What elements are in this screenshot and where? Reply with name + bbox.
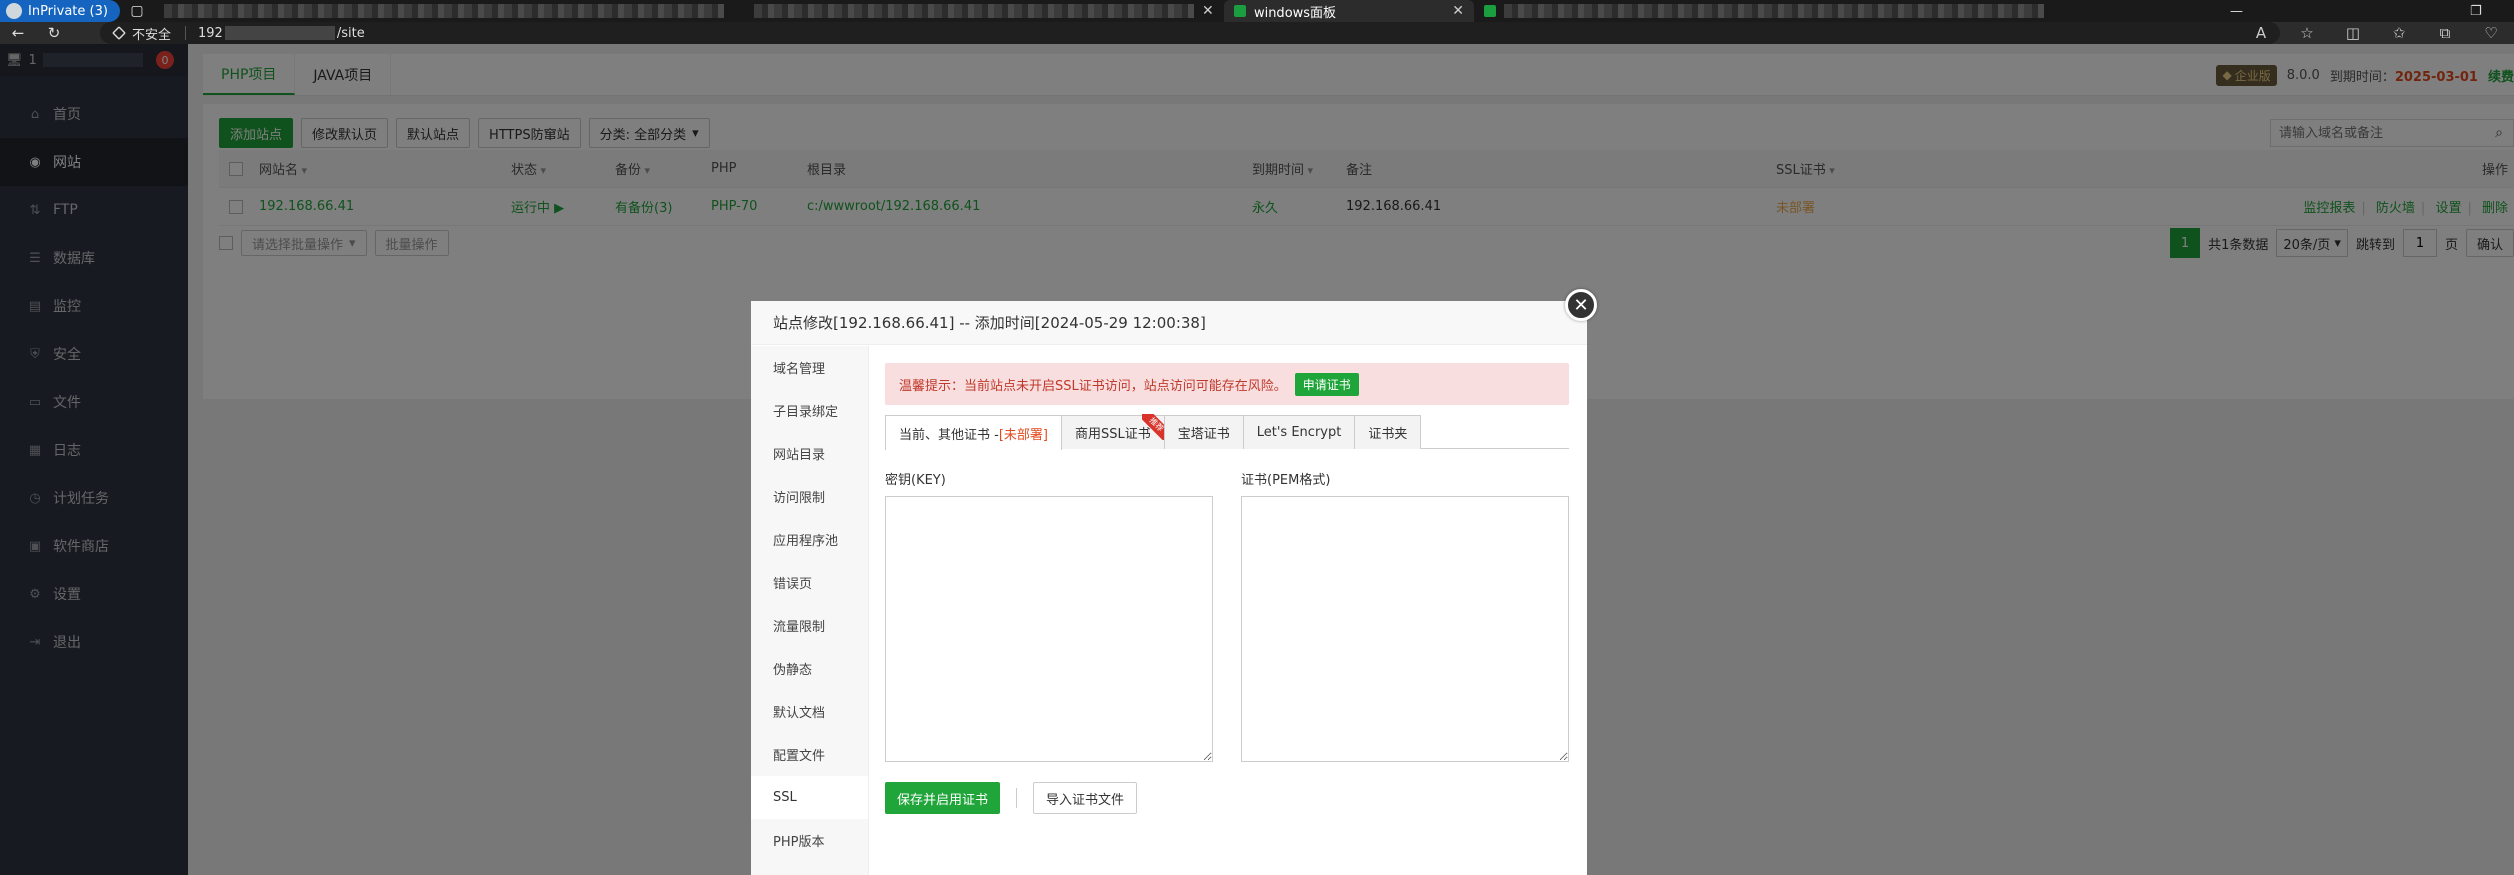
- browser-tab[interactable]: [154, 0, 744, 22]
- close-icon: ✕: [1573, 294, 1589, 316]
- site-edit-modal: ✕ 站点修改[192.168.66.41] -- 添加时间[2024-05-29…: [751, 289, 1597, 875]
- mnav-php-version[interactable]: PHP版本: [751, 819, 868, 862]
- tab-baota-cert[interactable]: 宝塔证书: [1163, 415, 1244, 449]
- cert-label: 证书(PEM格式): [1241, 473, 1331, 488]
- active-tab-title: windows面板: [1253, 5, 1337, 21]
- tab-cert-folder[interactable]: 证书夹: [1354, 415, 1422, 449]
- apply-cert-button[interactable]: 申请证书: [1294, 372, 1359, 396]
- tab-favicon-icon: [1233, 5, 1246, 17]
- refresh-icon[interactable]: ↻: [36, 22, 72, 44]
- key-label: 密钥(KEY): [885, 473, 946, 488]
- key-field-group: 密钥(KEY): [885, 469, 1213, 766]
- inprivate-label: InPrivate (3): [28, 3, 108, 19]
- import-cert-button[interactable]: 导入证书文件: [1033, 782, 1138, 814]
- alert-text: 温馨提示：当前站点未开启SSL证书访问，站点访问可能存在风险。: [899, 378, 1287, 394]
- blurred-tab-content: [163, 4, 724, 18]
- blurred-tab-content: [753, 4, 1194, 18]
- mnav-traffic-limit[interactable]: 流量限制: [751, 604, 868, 647]
- address-bar-row: ← ↻ 不安全 192 /site A ☆ ◫ ✩ ⧉ ♡: [0, 22, 2514, 44]
- tab-current-cert-label: 当前、其他证书 -: [899, 427, 999, 443]
- browser-tab-bar: InPrivate (3) ▢ ✕ windows面板 ✕ — ❐: [0, 0, 2514, 22]
- modal-close-button[interactable]: ✕: [1565, 289, 1597, 321]
- url-suffix: /site: [336, 25, 365, 41]
- browser-tab[interactable]: [1474, 0, 2064, 22]
- browser-essentials-icon[interactable]: ♡: [2468, 24, 2514, 42]
- ssl-panel: 温馨提示：当前站点未开启SSL证书访问，站点访问可能存在风险。 申请证书 当前、…: [885, 363, 1569, 814]
- security-indicator[interactable]: 不安全: [100, 26, 187, 43]
- favorite-star-icon[interactable]: ☆: [2284, 24, 2330, 42]
- browser-tab-active[interactable]: windows面板 ✕: [1223, 0, 1474, 22]
- url-text: 192 /site: [186, 26, 365, 41]
- tab-current-cert[interactable]: 当前、其他证书 - [未部署]: [885, 415, 1062, 450]
- action-divider: [1016, 788, 1018, 808]
- save-enable-cert-button[interactable]: 保存并启用证书: [885, 782, 1001, 814]
- url-prefix: 192: [198, 25, 223, 41]
- tab-favicon-icon: [1483, 5, 1496, 17]
- mnav-subdir-bind[interactable]: 子目录绑定: [751, 389, 868, 432]
- key-textarea[interactable]: [885, 496, 1213, 762]
- security-label: 不安全: [132, 27, 172, 43]
- cert-field-group: 证书(PEM格式): [1241, 469, 1569, 766]
- cert-fields: 密钥(KEY) 证书(PEM格式): [885, 469, 1569, 766]
- modal-nav: 域名管理 子目录绑定 网站目录 访问限制 应用程序池 错误页 流量限制 伪静态 …: [751, 346, 869, 875]
- ssl-warning-alert: 温馨提示：当前站点未开启SSL证书访问，站点访问可能存在风险。 申请证书: [885, 363, 1569, 405]
- tab-commercial-ssl[interactable]: 商用SSL证书 推荐: [1060, 414, 1168, 449]
- mnav-default-doc[interactable]: 默认文档: [751, 690, 868, 733]
- inprivate-badge[interactable]: InPrivate (3): [0, 0, 120, 22]
- read-aloud-icon[interactable]: A: [2238, 24, 2284, 42]
- back-icon[interactable]: ←: [0, 22, 36, 44]
- warning-icon: [112, 26, 126, 40]
- blurred-tab-content: [1503, 4, 2044, 18]
- mnav-ssl[interactable]: SSL: [751, 776, 868, 819]
- close-tab-icon[interactable]: ✕: [1452, 3, 1464, 19]
- ssl-actions: 保存并启用证书 导入证书文件: [885, 782, 1569, 814]
- mnav-site-dir[interactable]: 网站目录: [751, 432, 868, 475]
- favorites-icon[interactable]: ✩: [2376, 24, 2422, 42]
- collections-icon[interactable]: ⧉: [2422, 24, 2468, 42]
- restore-icon[interactable]: ❐: [2470, 0, 2482, 22]
- profile-avatar: [6, 3, 22, 19]
- browser-toolbar-icons: A ☆ ◫ ✩ ⧉ ♡: [2238, 22, 2514, 44]
- url-redacted: [224, 26, 335, 40]
- close-tab-icon[interactable]: ✕: [1202, 3, 1214, 19]
- url-field[interactable]: 不安全 192 /site: [100, 22, 2280, 44]
- mnav-rewrite[interactable]: 伪静态: [751, 647, 868, 690]
- mnav-app-pool[interactable]: 应用程序池: [751, 518, 868, 561]
- split-screen-icon[interactable]: ◫: [2330, 24, 2376, 42]
- ssl-tabs: 当前、其他证书 - [未部署] 商用SSL证书 推荐 宝塔证书 Let's En…: [885, 414, 1569, 450]
- mnav-domain-manage[interactable]: 域名管理: [751, 346, 868, 389]
- mnav-config-file[interactable]: 配置文件: [751, 733, 868, 776]
- tab-letsencrypt[interactable]: Let's Encrypt: [1242, 415, 1356, 449]
- cert-textarea[interactable]: [1241, 496, 1569, 762]
- mnav-access-limit[interactable]: 访问限制: [751, 475, 868, 518]
- tab-current-cert-status: [未部署]: [998, 427, 1048, 443]
- minimize-icon[interactable]: —: [2230, 0, 2243, 22]
- modal-title: 站点修改[192.168.66.41] -- 添加时间[2024-05-29 1…: [751, 301, 1587, 345]
- browser-tab[interactable]: ✕: [744, 0, 1224, 22]
- mnav-error-page[interactable]: 错误页: [751, 561, 868, 604]
- tab-commercial-ssl-label: 商用SSL证书: [1074, 427, 1151, 442]
- tab-actions-icon[interactable]: ▢: [120, 0, 154, 22]
